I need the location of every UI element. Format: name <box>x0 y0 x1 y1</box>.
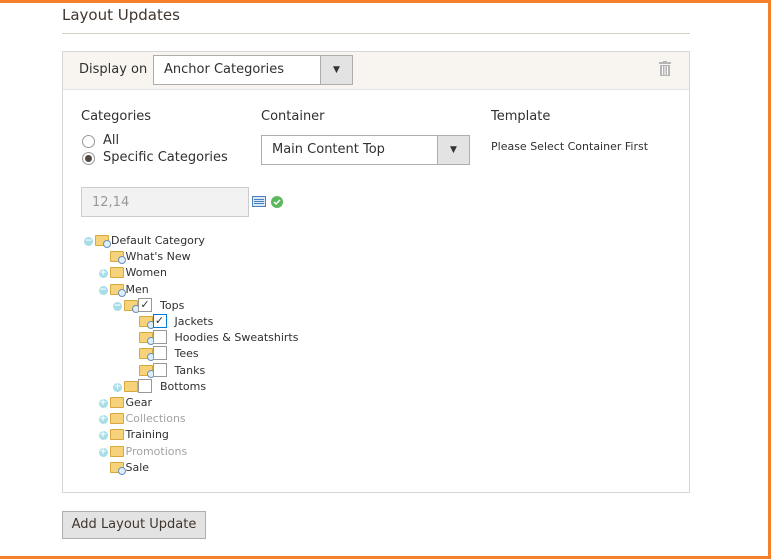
tree-node-label[interactable]: Jackets <box>175 315 214 328</box>
collapse-icon[interactable]: − <box>113 301 122 311</box>
tree-node-label[interactable]: Default Category <box>111 234 205 247</box>
frame-border <box>0 0 771 3</box>
folder-icon <box>124 299 140 313</box>
folder-icon <box>109 461 126 475</box>
tree-node-label[interactable]: Men <box>126 283 149 296</box>
collapse-icon[interactable]: − <box>84 237 93 246</box>
tree-checkbox[interactable] <box>152 330 167 345</box>
folder-icon <box>138 332 155 346</box>
radio-specific-categories[interactable] <box>82 152 95 165</box>
radio-specific-label: Specific Categories <box>103 150 228 165</box>
tree-node-label[interactable]: Promotions <box>126 445 188 458</box>
folder-icon <box>109 445 124 457</box>
folder-icon <box>109 429 124 441</box>
chevron-down-icon: ▼ <box>320 56 352 84</box>
container-label: Container <box>261 109 325 124</box>
folder-icon <box>138 348 155 362</box>
tree-node-label[interactable]: Tees <box>175 347 199 360</box>
tree-node-label[interactable]: Bottoms <box>160 380 206 393</box>
chevron-down-icon: ▼ <box>437 136 469 164</box>
display-on-select[interactable]: Anchor Categories ▼ <box>153 55 353 85</box>
add-layout-update-button[interactable]: Add Layout Update <box>62 511 206 539</box>
folder-icon <box>109 413 124 425</box>
folder-icon <box>109 283 126 297</box>
tree-node-label[interactable]: Women <box>126 266 167 279</box>
tree-checkbox[interactable] <box>152 362 167 377</box>
trash-icon[interactable] <box>659 61 671 76</box>
folder-icon <box>138 316 155 329</box>
expand-icon[interactable]: + <box>98 431 108 441</box>
radio-all-label: All <box>103 133 120 148</box>
divider <box>62 33 690 34</box>
folder-icon <box>138 364 155 378</box>
categories-label: Categories <box>81 109 152 124</box>
folder-icon <box>95 235 111 248</box>
expand-icon[interactable]: + <box>113 382 122 392</box>
category-ids-input[interactable]: 12,14 <box>81 187 249 217</box>
expand-icon[interactable]: + <box>98 399 108 408</box>
tree-checkbox[interactable] <box>152 346 167 361</box>
template-message: Please Select Container First <box>491 140 649 153</box>
radio-all[interactable] <box>82 135 95 148</box>
expand-icon[interactable]: + <box>98 415 108 425</box>
template-label: Template <box>491 109 551 124</box>
folder-icon <box>124 380 138 392</box>
expand-icon[interactable]: + <box>98 269 108 279</box>
expand-icon[interactable]: + <box>98 447 108 457</box>
tree-node-label[interactable]: Training <box>126 428 169 441</box>
display-on-value: Anchor Categories <box>164 62 285 77</box>
collapse-icon[interactable]: − <box>98 285 108 295</box>
tree-node-label[interactable]: What's New <box>126 250 191 263</box>
container-value: Main Content Top <box>272 142 385 157</box>
display-on-label: Display on <box>79 62 148 77</box>
tree-node-label[interactable]: Tops <box>160 299 184 312</box>
tree-node-label[interactable]: Hoodies & Sweatshirts <box>175 331 299 344</box>
tree-node-label[interactable]: Gear <box>126 396 153 409</box>
folder-icon <box>109 251 126 265</box>
container-select[interactable]: Main Content Top ▼ <box>261 135 470 165</box>
apply-check-icon[interactable] <box>271 196 283 208</box>
section-title: Layout Updates <box>62 6 180 24</box>
tree-node-label[interactable]: Tanks <box>175 364 206 377</box>
tree-checkbox[interactable]: ✓ <box>138 297 152 312</box>
tree-checkbox[interactable]: ✓ <box>152 314 167 328</box>
folder-icon <box>109 267 124 279</box>
tree-node-label[interactable]: Collections <box>126 412 186 425</box>
folder-icon <box>109 397 124 408</box>
tree-checkbox[interactable] <box>138 378 152 393</box>
chooser-list-icon[interactable] <box>252 196 266 207</box>
panel-header: Display on Anchor Categories ▼ <box>63 52 689 90</box>
tree-node-label[interactable]: Sale <box>126 461 150 474</box>
